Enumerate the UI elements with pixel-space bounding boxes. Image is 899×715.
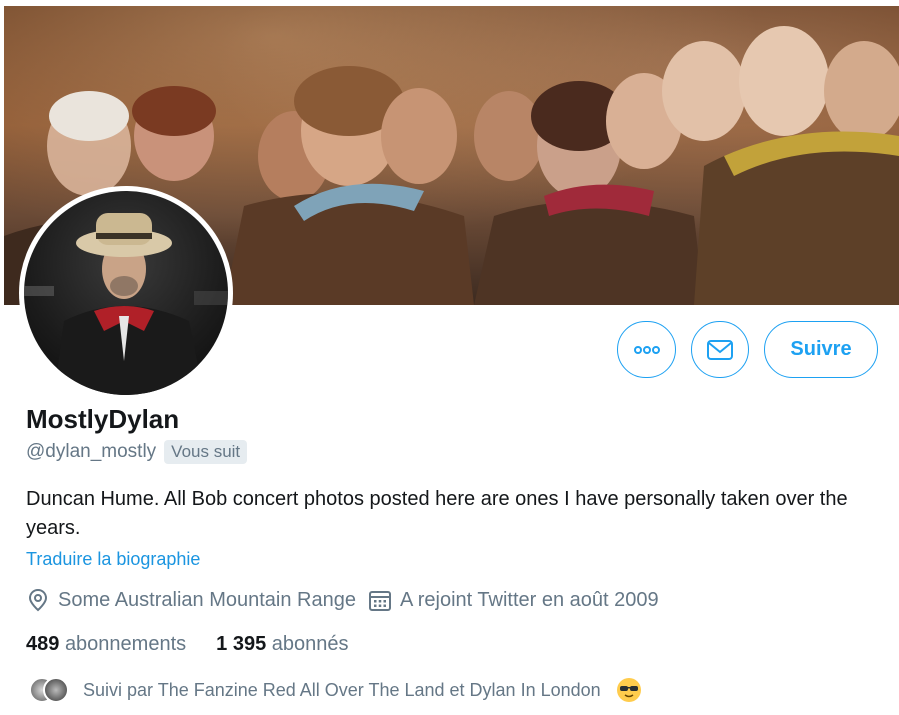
mutual-follower-avatar [43, 677, 69, 703]
follow-button[interactable]: Suivre [764, 321, 878, 378]
followed-by-text: Suivi par The Fanzine Red All Over The L… [83, 679, 601, 700]
followers-link[interactable]: 1 395 abonnés [216, 633, 348, 656]
mutual-followers-avatars [29, 674, 71, 706]
followed-by-row[interactable]: Suivi par The Fanzine Red All Over The L… [29, 674, 641, 706]
follow-button-label: Suivre [790, 338, 852, 360]
follow-counts: 489 abonnements 1 395 abonnés [26, 633, 379, 656]
display-name: MostlyDylan [26, 404, 180, 434]
location-text: Some Australian Mountain Range [58, 588, 356, 611]
profile-bio: Duncan Hume. All Bob concert photos post… [26, 488, 848, 539]
avatar-photo [24, 191, 228, 395]
calendar-icon [368, 591, 391, 611]
envelope-icon [707, 339, 733, 360]
translate-bio-link[interactable]: Traduire la biographie [26, 549, 200, 570]
location-pin-icon [28, 588, 48, 612]
followers-count: 1 395 [216, 633, 267, 655]
profile-avatar[interactable] [19, 186, 233, 400]
more-options-button[interactable] [617, 321, 676, 378]
following-link[interactable]: 489 abonnements [26, 633, 186, 656]
handle-row: @dylan_mostly Vous suit [26, 440, 248, 464]
avatar-illustration [24, 213, 228, 395]
profile-meta: Some Australian Mountain Range A rejoint… [26, 588, 671, 612]
following-count: 489 [26, 633, 60, 655]
more-dots-icon [633, 345, 660, 354]
joined-item: A rejoint Twitter en août 2009 [368, 588, 659, 612]
followers-label: abonnés [271, 633, 349, 655]
user-handle: @dylan_mostly [26, 441, 157, 462]
location-item: Some Australian Mountain Range [26, 588, 356, 612]
following-label: abonnements [64, 633, 187, 655]
sunglasses-emoji-icon [616, 678, 641, 702]
message-button[interactable] [691, 321, 749, 378]
joined-text: A rejoint Twitter en août 2009 [399, 588, 659, 611]
sunglasses-icon [617, 679, 640, 701]
follows-you-badge: Vous suit [164, 440, 248, 464]
